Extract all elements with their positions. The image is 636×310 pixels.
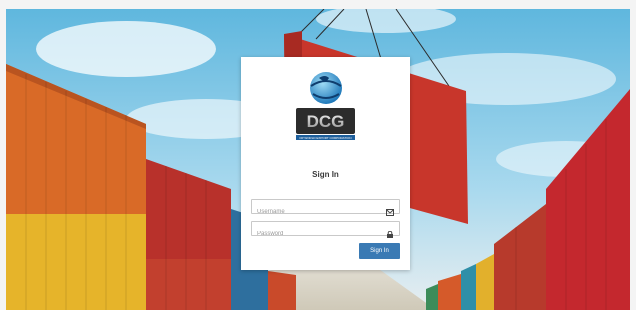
sign-in-title: Sign In [312, 170, 339, 179]
lock-icon [386, 225, 394, 238]
login-card: DCG DP WORLD EXPORT CORPORATION Sign In … [241, 57, 410, 270]
password-field[interactable] [251, 221, 400, 241]
logo-monogram: DCG [307, 112, 345, 131]
envelope-icon [386, 203, 394, 216]
sign-in-button[interactable]: Sign In [359, 243, 400, 259]
username-field[interactable] [251, 199, 400, 219]
logo-tagline: DP WORLD EXPORT CORPORATION [299, 136, 351, 140]
username-input[interactable] [252, 205, 382, 219]
company-logo: DCG DP WORLD EXPORT CORPORATION [289, 62, 362, 144]
password-input[interactable] [252, 227, 382, 241]
